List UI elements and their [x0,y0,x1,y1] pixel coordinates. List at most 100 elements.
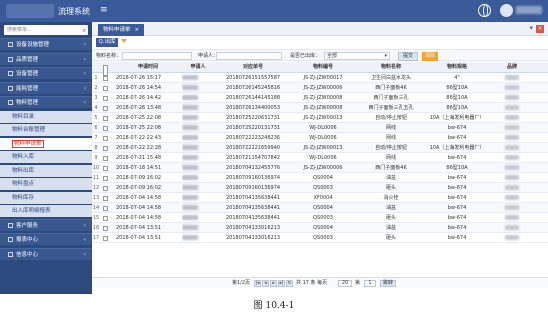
page-number-input[interactable]: 1 [364,280,376,287]
row-checkbox[interactable] [103,155,108,161]
cell-material-spec: 4" [454,75,460,81]
table-row[interactable]: 2 2018-07-26 14:54 20180726145245816 JS-ZJ-… [92,83,548,93]
cell-order-no: 20180704135638441 [226,205,281,211]
cell-material-name: 卫生间白盆水龙头 [370,75,411,81]
row-checkbox[interactable] [103,175,108,181]
row-checkbox[interactable] [103,85,108,91]
close-all-icon[interactable]: × [536,25,544,33]
search-icon[interactable]: ⌕ [83,26,86,36]
row-number: 8 [94,145,98,151]
clear-button[interactable]: 清除 [422,51,438,61]
table-row[interactable]: 3 2018-07-26 14:42 20180726144145188 JS-ZJ-… [92,93,548,103]
row-checkbox[interactable] [103,165,108,171]
table-row[interactable]: 6 2018-07-25 22:08 20180725220131731 WJ-DL0… [92,123,548,133]
sidebar-item-11[interactable]: 物料库存 [0,191,92,204]
table-row[interactable]: 14 2018-07-04 14:58 20180704135638441 QS000… [92,203,548,213]
avatar[interactable] [500,4,513,17]
row-checkbox[interactable] [103,115,108,121]
sidebar-item-2[interactable]: 设备管理 ‹ [0,67,92,79]
page-info: 第1/2页 [232,280,251,286]
cell-applicant [182,73,214,83]
cell-material-code: QS0003 [313,235,333,241]
row-checkbox[interactable] [103,135,108,141]
table-row[interactable]: 7 2018-07-22 22:43 20180722223248236 WJ-DL0… [92,133,548,143]
table-row[interactable]: 1 2018-07-26 15:17 20180726151557587 JS-ZJ-… [92,73,548,83]
sidebar-item-7[interactable]: 物料申请单 [0,137,92,150]
row-checkbox[interactable] [103,185,108,191]
first-page-button[interactable]: |◂ [254,280,261,287]
table-row[interactable]: 12 2018-07-09 16:02 20180709160136974 QS000… [92,183,548,193]
col-request-time[interactable]: 申请时间 [112,62,180,73]
applicant-input[interactable] [216,52,282,60]
row-checkbox[interactable] [103,215,108,221]
go-button[interactable]: 跳转 [380,280,396,287]
chevron-down-icon[interactable]: ▾ [529,24,533,32]
sidebar-item-15[interactable]: 信息中心 ‹ [0,247,92,260]
next-page-button[interactable]: ▸ [270,280,277,287]
sidebar-item-0[interactable]: 设备设施管理 ‹ [0,38,92,50]
table-row[interactable]: 5 2018-07-25 22:08 20180725220631731 JS-ZJ-… [92,113,548,123]
sidebar-item-14[interactable]: 报表中心 ‹ [0,233,92,245]
sidebar-item-4[interactable]: 物料管理 ‹ [0,96,92,108]
col-material-name[interactable]: 物料名称 [358,62,424,73]
menu-toggle-icon[interactable]: ≡ [100,5,108,15]
col-brand[interactable]: 品牌 [490,62,534,73]
cell-applicant [182,113,214,123]
row-checkbox[interactable] [103,235,108,241]
sidebar-item-6[interactable]: 物料台账管理 [0,124,92,136]
row-checkbox[interactable] [103,195,108,201]
cell-material-spec: bw-674 [447,135,467,141]
table-row[interactable]: 9 2018-07-21 15:48 20180721154707842 WJ-DL0… [92,153,548,163]
table-row[interactable]: 15 2018-07-04 14:58 20180704135638441 QS000… [92,213,548,223]
row-checkbox[interactable] [103,205,108,211]
sidebar-search-input[interactable]: 搜索菜单... ⌕ [4,25,88,35]
row-checkbox[interactable] [103,75,108,81]
cell-material-spec: bw-674 [447,185,467,191]
globe-icon[interactable] [478,4,491,17]
tab-close-icon[interactable]: × [135,27,140,33]
row-checkbox[interactable] [103,145,108,151]
outbound-button[interactable]: Q.出库 [96,38,118,47]
sidebar-item-3[interactable]: 能耗管理 ‹ [0,81,92,94]
status-select[interactable]: 全部 ▾ [324,52,390,60]
table-row[interactable]: 4 2018-07-26 13:48 20180726134400053 JS-ZJ-… [92,103,548,113]
sidebar-item-5[interactable]: 物料目录 [0,110,92,123]
cell-request-time: 2018-07-04 13:51 [116,225,162,231]
filter-icon[interactable] [121,39,127,45]
table-row[interactable]: 11 2018-07-09 16:02 20180709160136974 QS000… [92,173,548,183]
search-row: 物料名称： 申请人： 是否已出库： 全部 ▾ 提交 清除 [92,49,548,61]
sidebar-item-8[interactable]: 物料入库 [0,151,92,163]
col-applicant[interactable]: 申请人 [182,62,214,73]
table-row[interactable]: 16 2018-07-04 13:51 20180704133016213 QS000… [92,223,548,233]
cell-material-name: 油盆 [385,205,396,211]
sidebar-item-13[interactable]: 客户服务 ‹ [0,218,92,231]
prev-page-button[interactable]: ◂ [262,280,269,287]
sidebar-item-1[interactable]: 品质管理 ‹ [0,52,92,65]
col-material-spec[interactable]: 物料规格 [424,62,490,73]
submit-button[interactable]: 提交 [398,51,418,61]
redacted-text [505,95,519,100]
page-size-select[interactable]: 20 [338,280,352,287]
redacted-text [182,95,198,100]
cell-material-code: WJ-DL0006 [309,125,337,131]
material-name-input[interactable] [122,52,192,60]
col-material-code[interactable]: 物料编号 [288,62,358,73]
sidebar-item-10[interactable]: 物料盘点 [0,178,92,190]
sidebar-item-9[interactable]: 物料出库 [0,164,92,177]
row-checkbox[interactable] [103,95,108,101]
redacted-text [505,215,519,220]
tab-material-request[interactable]: 物料申请单 × [98,24,145,36]
table-row[interactable]: 13 2018-07-04 14:58 20180704135638441 XF000… [92,193,548,203]
menu-group-icon [8,56,13,62]
table-row[interactable]: 10 2018-07-18 14:51 20180704132455776 JS-ZJ… [92,163,548,173]
refresh-icon[interactable]: ↻ [286,280,293,287]
row-checkbox[interactable] [103,125,108,131]
last-page-button[interactable]: ▸| [278,280,285,287]
col-order-no[interactable]: 对应单号 [218,62,288,73]
row-checkbox[interactable] [103,225,108,231]
table-row[interactable]: 17 2018-07-04 13:51 20180704133016213 QS000… [92,233,548,243]
row-checkbox[interactable] [103,105,108,111]
user-name-blurred[interactable] [516,6,542,14]
sidebar-item-12[interactable]: 出入库明细报表 [0,205,92,217]
table-row[interactable]: 8 2018-07-22 22:28 20180722221659940 JS-ZJ-… [92,143,548,153]
